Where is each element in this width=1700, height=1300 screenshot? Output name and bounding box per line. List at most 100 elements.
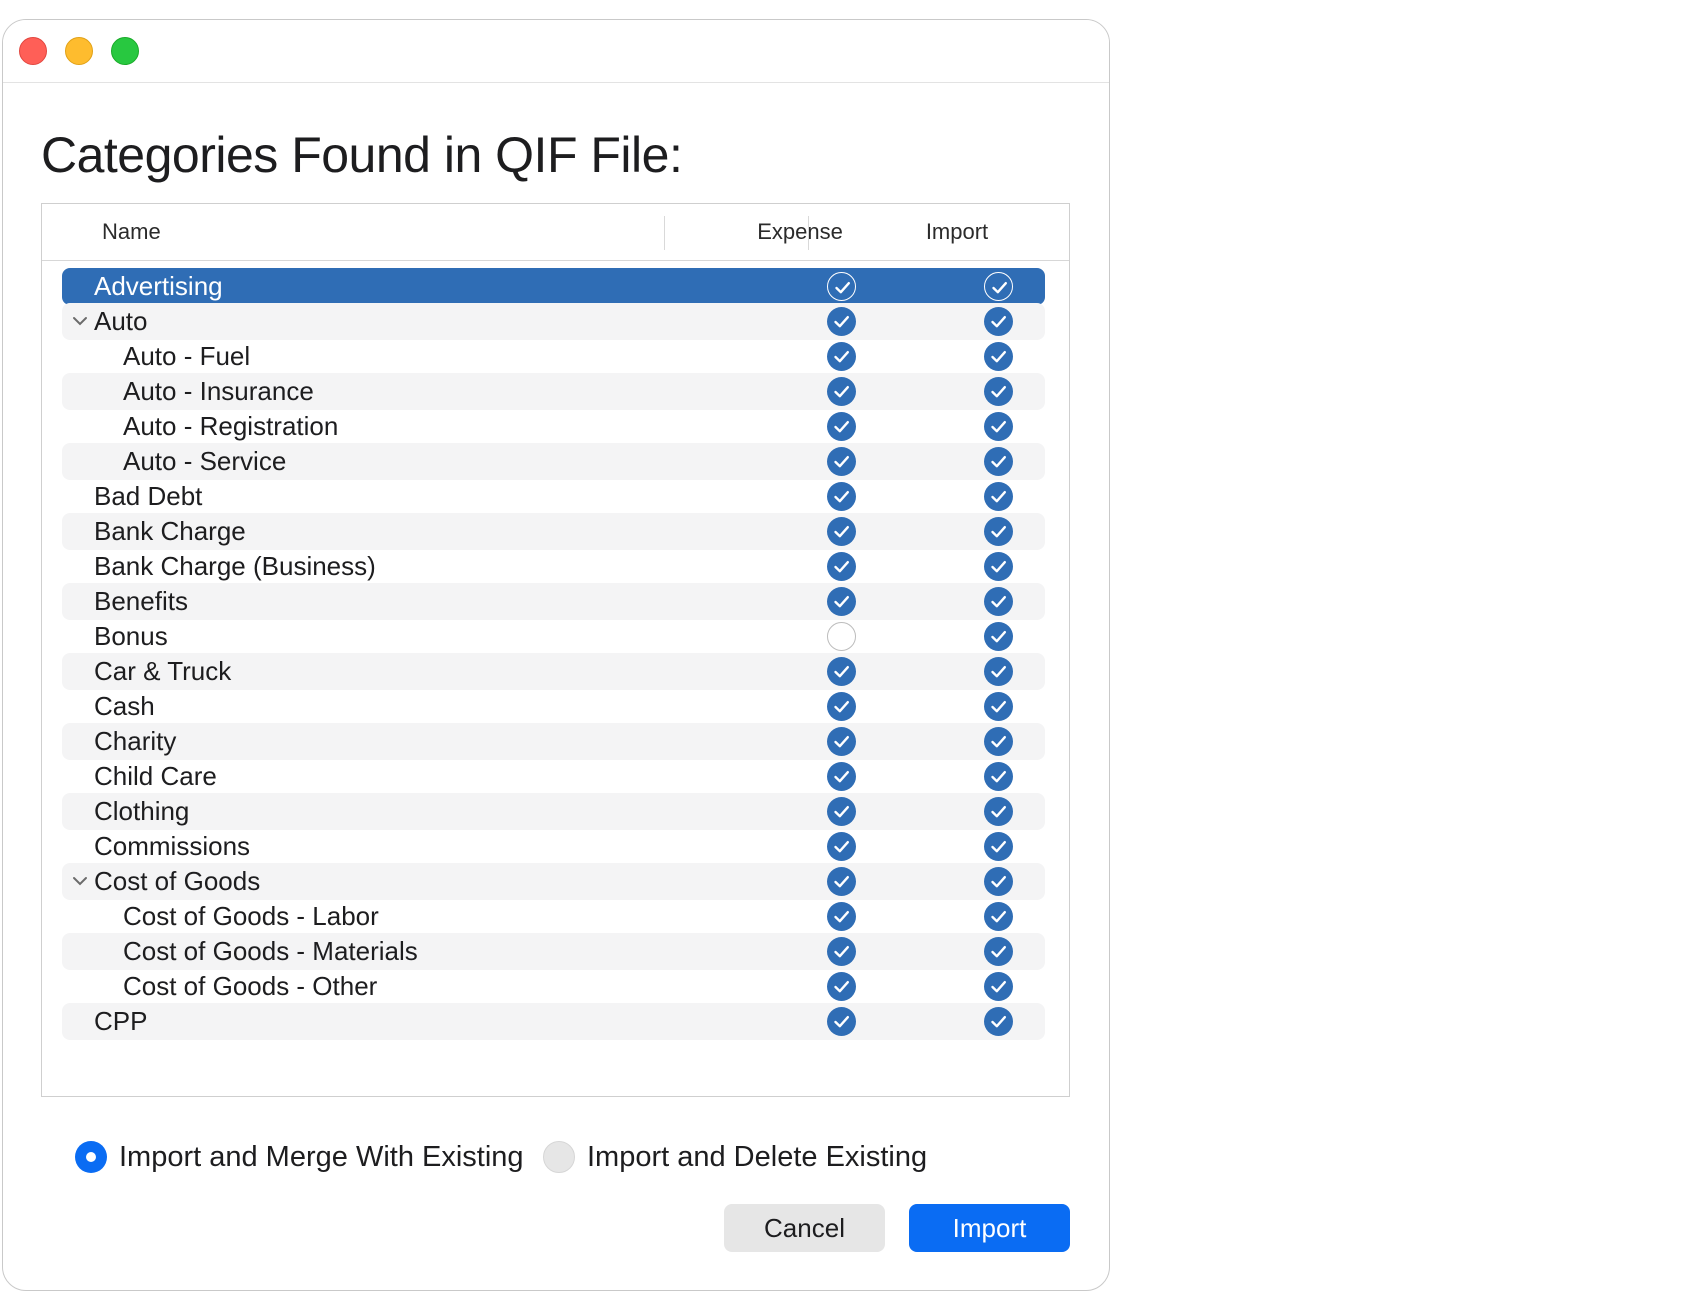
row-label: Commissions: [94, 831, 251, 861]
expense-checkbox[interactable]: [827, 972, 856, 1001]
import-checkbox[interactable]: [984, 552, 1013, 581]
import-checkbox[interactable]: [984, 797, 1013, 826]
import-checkbox[interactable]: [984, 342, 1013, 371]
categories-table[interactable]: Name Expense Import Advertising Auto Auto …: [41, 203, 1070, 1097]
row-label: Auto - Insurance: [123, 376, 314, 406]
row-label: Cost of Goods: [94, 866, 261, 896]
import-checkbox[interactable]: [984, 447, 1013, 476]
expense-checkbox[interactable]: [827, 272, 856, 301]
maximize-window-icon[interactable]: [111, 37, 139, 65]
expense-checkbox[interactable]: [827, 517, 856, 546]
row-label: Auto: [94, 306, 148, 336]
import-checkbox[interactable]: [984, 412, 1013, 441]
table-row[interactable]: Bonus: [62, 618, 1045, 655]
table-row[interactable]: Auto: [62, 303, 1045, 340]
import-checkbox[interactable]: [984, 622, 1013, 651]
table-row[interactable]: Charity: [62, 723, 1045, 760]
column-separator: [664, 216, 665, 250]
import-mode-radio-group: Import and Merge With Existing Import an…: [3, 1137, 1109, 1177]
column-header-expense[interactable]: Expense: [725, 204, 875, 260]
expense-checkbox[interactable]: [827, 832, 856, 861]
table-row[interactable]: Bank Charge (Business): [62, 548, 1045, 585]
cancel-button[interactable]: Cancel: [724, 1204, 885, 1252]
import-checkbox[interactable]: [984, 482, 1013, 511]
import-checkbox[interactable]: [984, 307, 1013, 336]
expense-checkbox[interactable]: [827, 1007, 856, 1036]
expense-checkbox[interactable]: [827, 762, 856, 791]
table-row[interactable]: Cost of Goods: [62, 863, 1045, 900]
row-label: Auto - Registration: [123, 411, 339, 441]
expense-checkbox[interactable]: [827, 657, 856, 686]
close-window-icon[interactable]: [19, 37, 47, 65]
row-label: CPP: [94, 1006, 148, 1036]
expense-checkbox[interactable]: [827, 342, 856, 371]
table-row[interactable]: Cost of Goods - Materials: [62, 933, 1045, 970]
table-row[interactable]: Commissions: [62, 828, 1045, 865]
merge-radio-label[interactable]: Import and Merge With Existing: [119, 1137, 524, 1177]
table-row[interactable]: Auto - Service: [62, 443, 1045, 480]
import-checkbox[interactable]: [984, 517, 1013, 546]
expense-checkbox[interactable]: [827, 797, 856, 826]
table-row[interactable]: Cash: [62, 688, 1045, 725]
import-checkbox[interactable]: [984, 937, 1013, 966]
expense-checkbox[interactable]: [827, 622, 856, 651]
row-label: Clothing: [94, 796, 190, 826]
table-row[interactable]: Car & Truck: [62, 653, 1045, 690]
row-label: Auto - Service: [123, 446, 287, 476]
expense-checkbox[interactable]: [827, 692, 856, 721]
expense-checkbox[interactable]: [827, 937, 856, 966]
table-row[interactable]: CPP: [62, 1003, 1045, 1040]
title-bar: [3, 20, 1109, 83]
merge-radio-button[interactable]: [75, 1141, 107, 1173]
table-header: Name Expense Import: [42, 204, 1069, 261]
expense-checkbox[interactable]: [827, 902, 856, 931]
import-checkbox[interactable]: [984, 692, 1013, 721]
expense-checkbox[interactable]: [827, 727, 856, 756]
column-separator: [808, 216, 809, 250]
import-checkbox[interactable]: [984, 377, 1013, 406]
table-row[interactable]: Benefits: [62, 583, 1045, 620]
import-checkbox[interactable]: [984, 272, 1013, 301]
expense-checkbox[interactable]: [827, 377, 856, 406]
import-checkbox[interactable]: [984, 832, 1013, 861]
dialog-title: Categories Found in QIF File:: [41, 127, 683, 183]
expense-checkbox[interactable]: [827, 867, 856, 896]
delete-radio-button[interactable]: [543, 1141, 575, 1173]
table-row[interactable]: Auto - Insurance: [62, 373, 1045, 410]
delete-radio-label[interactable]: Import and Delete Existing: [587, 1137, 927, 1177]
table-row[interactable]: Auto - Registration: [62, 408, 1045, 445]
table-row[interactable]: Bad Debt: [62, 478, 1045, 515]
import-checkbox[interactable]: [984, 657, 1013, 686]
column-header-import[interactable]: Import: [882, 204, 1032, 260]
table-row[interactable]: Advertising: [62, 268, 1045, 305]
expense-checkbox[interactable]: [827, 482, 856, 511]
import-checkbox[interactable]: [984, 1007, 1013, 1036]
import-checkbox[interactable]: [984, 972, 1013, 1001]
expense-checkbox[interactable]: [827, 587, 856, 616]
table-row[interactable]: Child Care: [62, 758, 1045, 795]
row-label: Auto - Fuel: [123, 341, 251, 371]
import-checkbox[interactable]: [984, 587, 1013, 616]
table-row[interactable]: Bank Charge: [62, 513, 1045, 550]
table-row[interactable]: Cost of Goods - Other: [62, 968, 1045, 1005]
row-label: Cost of Goods - Other: [123, 971, 378, 1001]
expense-checkbox[interactable]: [827, 412, 856, 441]
row-label: Charity: [94, 726, 177, 756]
import-checkbox[interactable]: [984, 762, 1013, 791]
import-button[interactable]: Import: [909, 1204, 1070, 1252]
chevron-down-icon[interactable]: [70, 871, 90, 891]
table-row[interactable]: Auto - Fuel: [62, 338, 1045, 375]
chevron-down-icon[interactable]: [70, 311, 90, 331]
minimize-window-icon[interactable]: [65, 37, 93, 65]
column-header-name[interactable]: Name: [102, 204, 161, 260]
table-row[interactable]: Clothing: [62, 793, 1045, 830]
import-checkbox[interactable]: [984, 867, 1013, 896]
table-row[interactable]: Cost of Goods - Labor: [62, 898, 1045, 935]
expense-checkbox[interactable]: [827, 307, 856, 336]
import-checkbox[interactable]: [984, 727, 1013, 756]
expense-checkbox[interactable]: [827, 447, 856, 476]
row-label: Cost of Goods - Materials: [123, 936, 418, 966]
expense-checkbox[interactable]: [827, 552, 856, 581]
row-label: Bank Charge: [94, 516, 246, 546]
import-checkbox[interactable]: [984, 902, 1013, 931]
